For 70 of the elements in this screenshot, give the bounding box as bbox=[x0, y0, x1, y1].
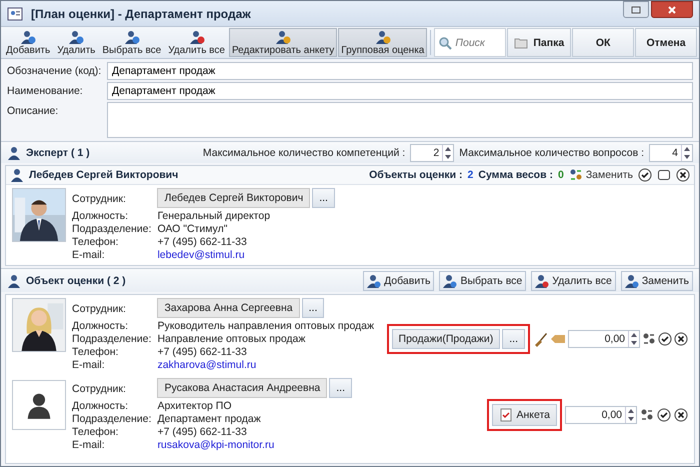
section-button[interactable]: Заменить bbox=[620, 270, 693, 290]
field-value: Направление оптовых продаж bbox=[157, 333, 306, 346]
competency-button[interactable]: Продажи(Продажи) bbox=[392, 329, 500, 349]
text-field[interactable]: Департамент продаж bbox=[107, 62, 693, 80]
field-label: Сотрудник: bbox=[72, 382, 127, 396]
field-label: Телефон: bbox=[72, 426, 120, 439]
browse-button[interactable]: ... bbox=[502, 329, 525, 349]
weights-label: Сумма весов : bbox=[478, 169, 553, 181]
employee-field[interactable]: Захарова Анна Сергеевна bbox=[157, 298, 300, 318]
field-label: E-mail: bbox=[72, 439, 106, 452]
browse-button[interactable]: ... bbox=[329, 378, 352, 398]
field-value: Архитектор ПО bbox=[157, 400, 233, 413]
text-field[interactable]: Департамент продаж bbox=[107, 82, 693, 100]
expert-name: Лебедев Сергей Викторович bbox=[29, 169, 178, 181]
field-label: Должность: bbox=[72, 400, 130, 413]
weight-spinner[interactable]: 0,00 bbox=[565, 406, 637, 424]
browse-button[interactable]: ... bbox=[312, 188, 335, 208]
window-title: [План оценки] - Департамент продаж bbox=[31, 6, 251, 20]
action-button[interactable]: Отмена bbox=[635, 28, 698, 57]
field-label: E-mail: bbox=[72, 359, 106, 372]
employee-field[interactable]: Русакова Анастасия Андреевна bbox=[157, 378, 328, 398]
section-title: Объект оценки ( 2 ) bbox=[26, 274, 126, 286]
field-label: Сотрудник: bbox=[72, 192, 127, 206]
questionnaire-button[interactable]: Анкета bbox=[492, 404, 557, 426]
section-title: Эксперт ( 1 ) bbox=[26, 146, 90, 158]
search-field[interactable]: Поиск bbox=[434, 28, 506, 57]
objects-label: Объекты оценки : bbox=[369, 169, 463, 181]
weights-sum: 0 bbox=[558, 169, 564, 181]
field-label: Наименование: bbox=[7, 84, 84, 97]
toolbar-button[interactable]: Удалить все bbox=[165, 28, 228, 57]
section-button[interactable]: Удалить все bbox=[531, 270, 616, 290]
toolbar-button[interactable]: Редактировать анкету bbox=[228, 28, 338, 57]
email-link[interactable]: lebedev@stimul.ru bbox=[157, 249, 335, 262]
field-label: Обозначение (код): bbox=[7, 64, 102, 77]
field-value: +7 (495) 662-11-33 bbox=[157, 426, 248, 439]
field-value: Генеральный директор bbox=[157, 210, 272, 223]
field-label: Подразделение: bbox=[72, 413, 152, 426]
field-label: Описание: bbox=[7, 104, 60, 117]
setting-label: Максимальное количество компетенций : bbox=[202, 146, 406, 158]
replace-button[interactable]: Заменить bbox=[568, 168, 633, 182]
number-spinner[interactable]: 4 bbox=[649, 144, 693, 162]
field-value: ОАО "Стимул" bbox=[157, 223, 228, 236]
action-button[interactable]: ОК bbox=[572, 28, 634, 57]
field-value: +7 (495) 662-11-33 bbox=[157, 346, 248, 359]
toolbar-button[interactable]: Удалить bbox=[54, 28, 98, 57]
field-label: Подразделение: bbox=[72, 333, 152, 346]
employee-field[interactable]: Лебедев Сергей Викторович bbox=[157, 188, 310, 208]
email-link[interactable]: zakharova@stimul.ru bbox=[157, 359, 374, 372]
browse-button[interactable]: ... bbox=[302, 298, 324, 318]
weight-spinner[interactable]: 0,00 bbox=[568, 330, 640, 348]
field-value: Руководитель направления оптовых продаж bbox=[157, 320, 374, 333]
action-button[interactable]: Папка bbox=[507, 28, 572, 57]
field-label: Телефон: bbox=[72, 236, 120, 249]
section-button[interactable]: Добавить bbox=[363, 270, 434, 290]
field-value: Департамент продаж bbox=[157, 413, 262, 426]
toolbar-button[interactable]: Групповая оценка bbox=[338, 28, 428, 57]
field-label: E-mail: bbox=[72, 249, 106, 262]
field-label: Подразделение: bbox=[72, 223, 152, 236]
section-button[interactable]: Выбрать все bbox=[439, 270, 526, 290]
field-label: Должность: bbox=[72, 320, 130, 333]
objects-count: 2 bbox=[468, 169, 474, 181]
field-label: Телефон: bbox=[72, 346, 120, 359]
number-spinner[interactable]: 2 bbox=[410, 144, 454, 162]
field-label: Должность: bbox=[72, 210, 130, 223]
field-value: +7 (495) 662-11-33 bbox=[157, 236, 248, 249]
toolbar-button[interactable]: Выбрать все bbox=[99, 28, 164, 57]
toolbar-button[interactable]: Добавить bbox=[3, 28, 54, 57]
email-link[interactable]: rusakova@kpi-monitor.ru bbox=[157, 439, 352, 452]
setting-label: Максимальное количество вопросов : bbox=[459, 146, 644, 158]
field-label: Сотрудник: bbox=[72, 302, 127, 316]
